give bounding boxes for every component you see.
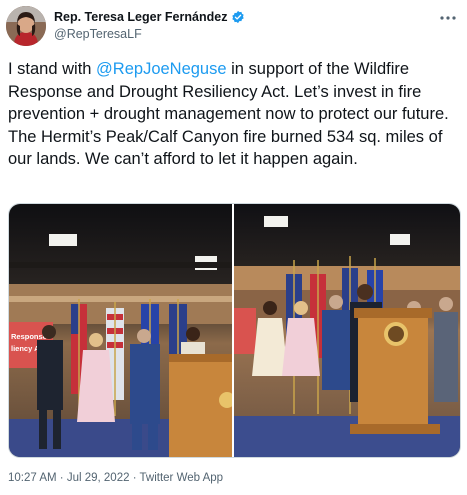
author-handle[interactable]: @RepTeresaLF [54,25,245,43]
tweet-footer: 10:27 AM · Jul 29, 2022 · Twitter Web Ap… [8,470,223,486]
author-name-row[interactable]: Rep. Teresa Leger Fernández [54,9,245,25]
tweet-text: I stand with @RepJoeNeguse in support of… [8,58,460,171]
footer-separator-2: · [129,472,140,484]
tweet-text-before: I stand with [8,60,97,78]
verified-badge-icon [232,10,245,24]
author-name[interactable]: Rep. Teresa Leger Fernández [54,9,227,25]
author-info: Rep. Teresa Leger Fernández @RepTeresaLF [54,9,245,43]
sign-text-left: Response [11,332,47,341]
tweet-time[interactable]: 10:27 AM [8,472,57,484]
author-avatar[interactable] [6,6,46,46]
media-photo-left[interactable]: Response liency Act [9,204,235,457]
more-options-icon[interactable] [439,13,457,23]
tweet-date[interactable]: Jul 29, 2022 [67,472,130,484]
tweet-media: Response liency Act [8,203,461,458]
avatar-photo [6,6,46,46]
mention-link[interactable]: @RepJoeNeguse [96,60,227,78]
footer-separator: · [56,472,67,484]
tweet-source[interactable]: Twitter Web App [140,472,224,484]
press-conference-photo-right [234,204,460,457]
media-photo-right[interactable] [234,204,460,457]
tweet-card: Rep. Teresa Leger Fernández @RepTeresaLF… [0,0,467,495]
tweet-header: Rep. Teresa Leger Fernández @RepTeresaLF [6,5,461,49]
press-conference-photo-left: Response liency Act [9,204,235,457]
